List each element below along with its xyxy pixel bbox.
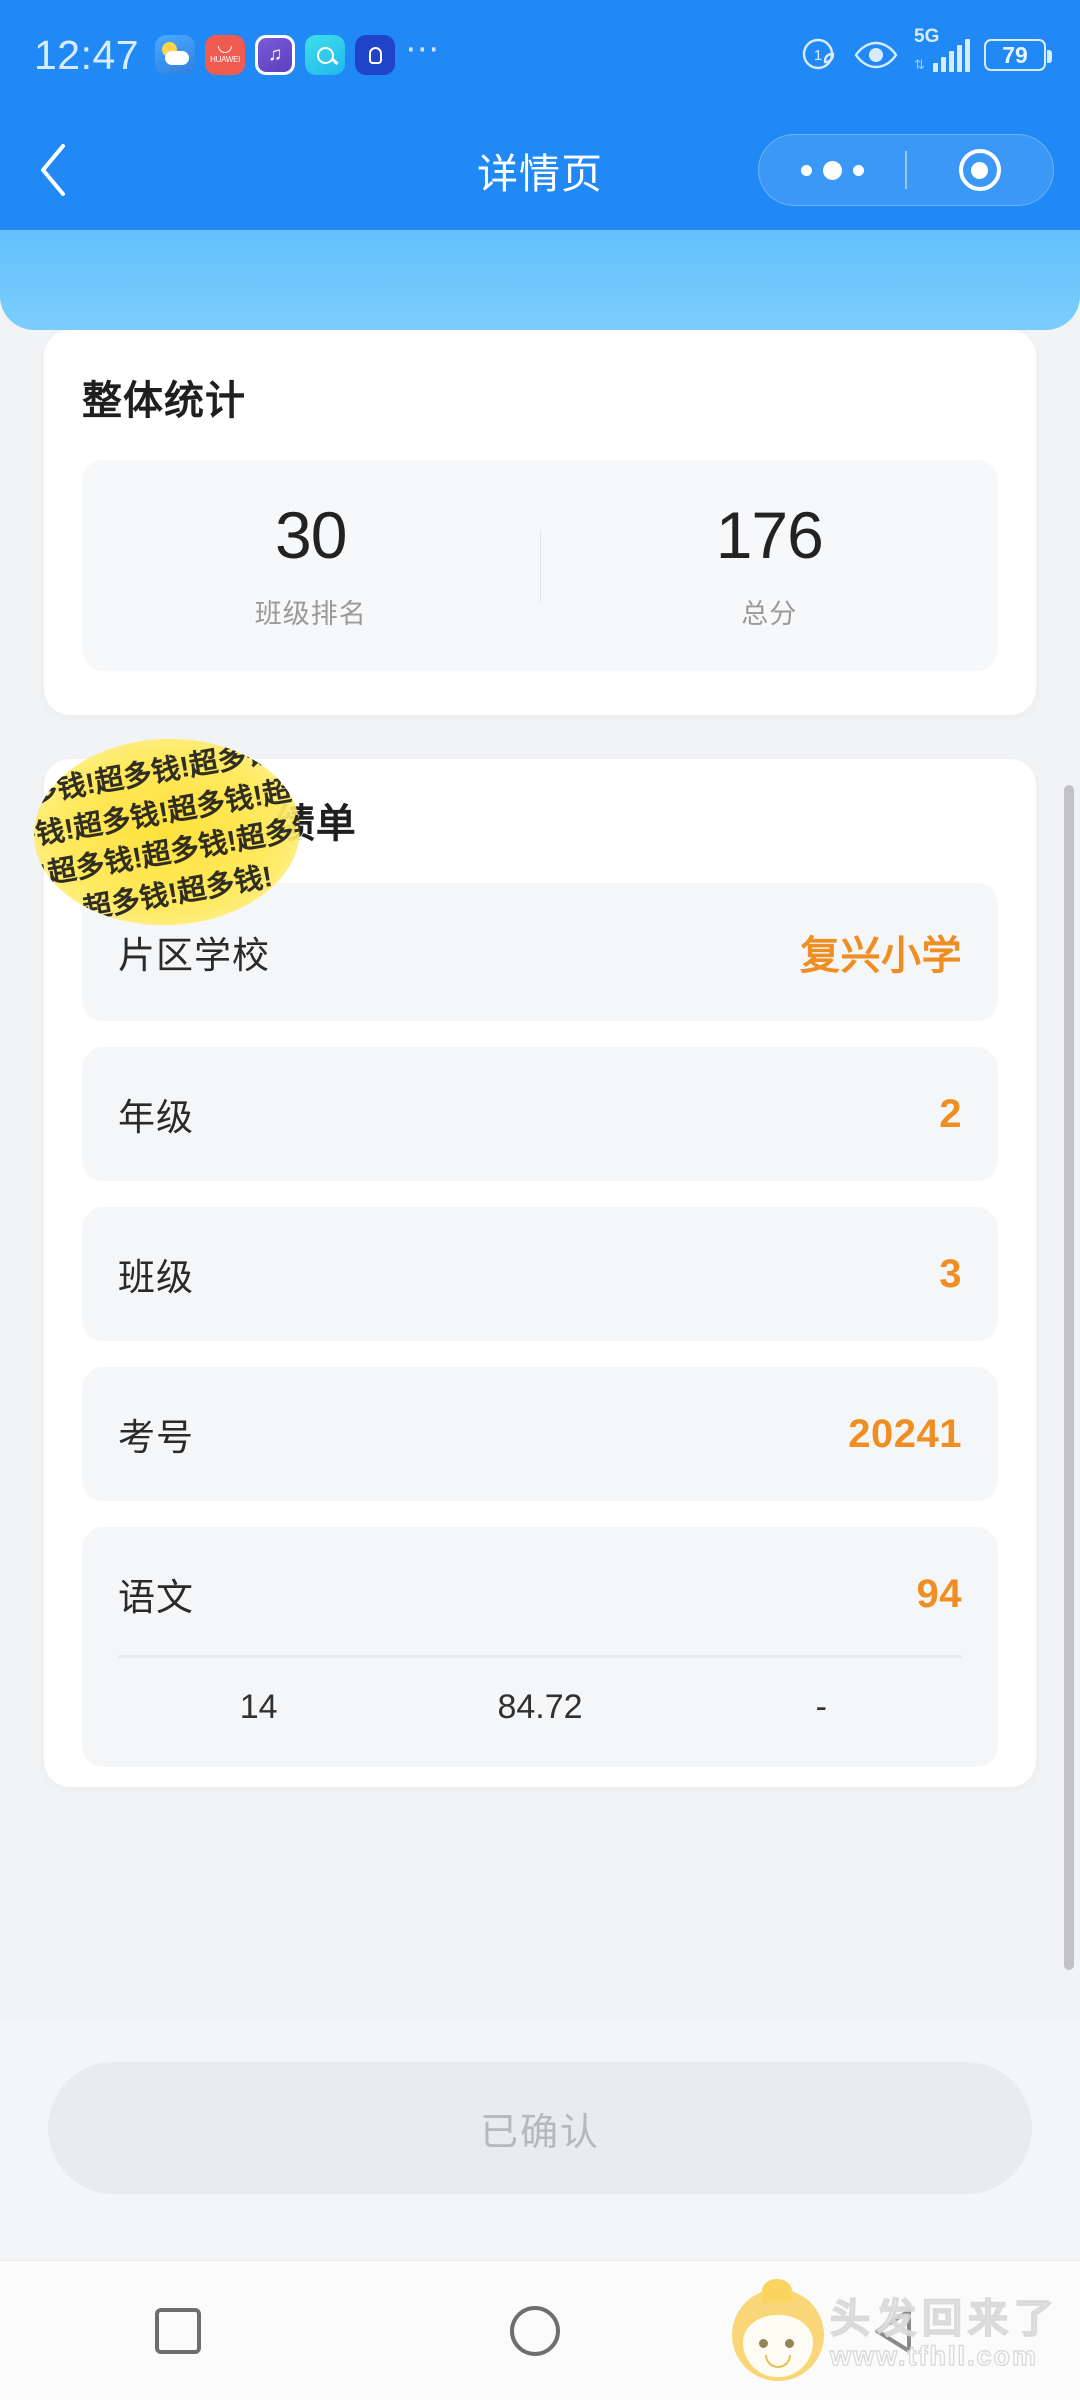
square-recents-icon[interactable] [154,2307,201,2354]
subject-detail-cells: 14 84.72 - [118,1688,962,1727]
eco-mode-icon: 1 [802,38,835,70]
circle-home-icon[interactable] [509,2305,560,2356]
eye-care-icon [854,41,898,69]
watermark-site-url: www.tfhll.com [829,2341,1038,2372]
magnifier-glyph [316,46,334,64]
miniprogram-capsule [758,134,1054,206]
vertical-scrollbar[interactable] [1064,785,1074,1970]
huawei-app-label: HUAWEI [210,55,241,64]
android-nav-bar: 头发回来了 www.tfhll.com [0,2260,1080,2400]
chevron-left-icon [41,144,65,196]
signal-indicator: 5G ⇅ [913,26,970,72]
huawei-app-icon: HUAWEI [205,35,246,75]
subject-rank-value: 14 [239,1688,278,1726]
bulb-glyph [368,46,382,64]
subject-score: 94 [916,1571,962,1616]
confirm-button[interactable]: 已确认 [48,2062,1032,2194]
table-row[interactable]: 班级 3 [82,1207,998,1341]
battery-icon: 79 [984,39,1052,71]
row-label: 片区学校 [118,935,270,976]
table-row[interactable]: 年级 2 [82,1047,998,1181]
music-app-icon: ♫ [255,35,296,75]
subject-extra-value: - [815,1688,827,1726]
back-button[interactable] [0,110,110,230]
status-bar-right: 1 5G ⇅ 79 [799,26,1052,75]
stat-total-score-value: 176 [715,498,824,572]
stat-class-rank: 30 班级排名 [82,502,540,631]
row-label: 年级 [118,1097,194,1138]
watermark-site-name: 头发回来了 [829,2297,1060,2342]
status-clock: 12:47 [34,31,140,78]
huawei-arc-glyph [218,46,233,53]
subject-row[interactable]: 语文 94 14 84.72 - [82,1527,998,1767]
footer-bar: 已确认 [0,2020,1080,2260]
more-dots-icon[interactable] [759,160,905,180]
table-row[interactable]: 考号 20241 [82,1367,998,1501]
subject-average-value: 84.72 [497,1688,583,1726]
triangle-back-icon[interactable] [869,2303,925,2359]
network-type-label: 5G [914,25,940,47]
overall-stats-title: 整体统计 [82,379,246,423]
report-card: XXXX的成绩单 超多钱!超多钱!超多钱!超多钱!超多钱!超多钱!超多钱!超多钱… [30,734,1036,1787]
subject-header: 语文 94 [118,1567,962,1621]
stat-total-score: 176 总分 [541,502,999,631]
watermark-face-icon [732,2279,824,2381]
status-bar-left: 12:47 HUAWEI ♫ ⋯ [34,32,441,79]
stat-class-rank-label: 班级排名 [254,599,367,629]
row-value: 3 [939,1251,962,1296]
report-rows: 片区学校 复兴小学 年级 2 班级 3 考号 20241 语文 94 14 84… [44,883,1036,1787]
status-bar: 12:47 HUAWEI ♫ ⋯ 1 5G ⇅ 79 [0,0,1080,110]
row-value: 20241 [848,1411,962,1456]
stat-class-rank-value: 30 [275,498,347,572]
signal-sub-glyph: ⇅ [914,56,925,72]
overall-stats-card: 整体统计 30 班级排名 176 总分 [44,330,1036,715]
stat-total-score-label: 总分 [741,599,798,629]
subject-label: 语文 [118,1577,194,1618]
app-header: 详情页 [0,110,1080,230]
subject-divider [118,1655,962,1658]
row-label: 考号 [118,1417,194,1458]
row-value: 2 [939,1091,962,1136]
music-note-glyph: ♫ [258,38,293,72]
row-value: 复兴小学 [800,934,962,978]
search-app-icon [305,35,346,75]
target-circle-icon[interactable] [907,149,1053,191]
watermark-text: 头发回来了 www.tfhll.com [829,2297,1060,2372]
status-overflow-icon: ⋯ [405,30,442,68]
svg-text:1: 1 [814,47,822,64]
row-label: 班级 [118,1257,194,1298]
hero-banner [0,230,1080,330]
bulb-app-icon [355,35,396,75]
weather-app-icon [155,35,196,75]
scroll-content[interactable]: 整体统计 30 班级排名 176 总分 XXXX的成绩单 超多钱!超多钱!超多钱… [0,330,1080,2020]
stats-box: 30 班级排名 176 总分 [82,460,998,671]
battery-level-label: 79 [1002,41,1028,68]
